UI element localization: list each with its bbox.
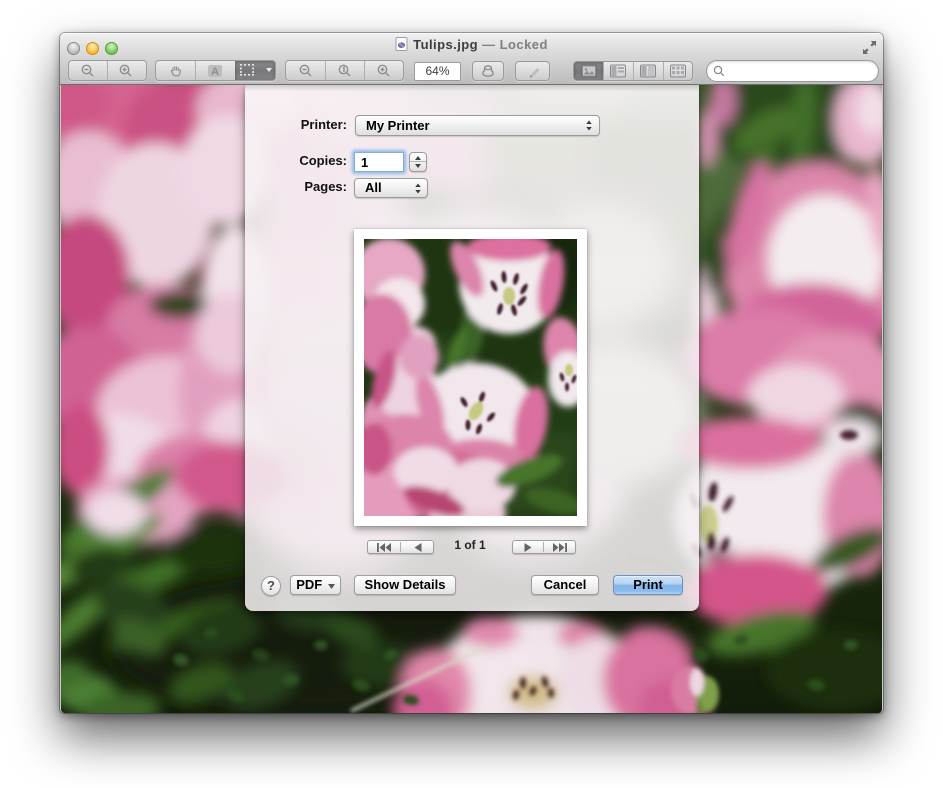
svg-text:A: A <box>211 66 219 78</box>
